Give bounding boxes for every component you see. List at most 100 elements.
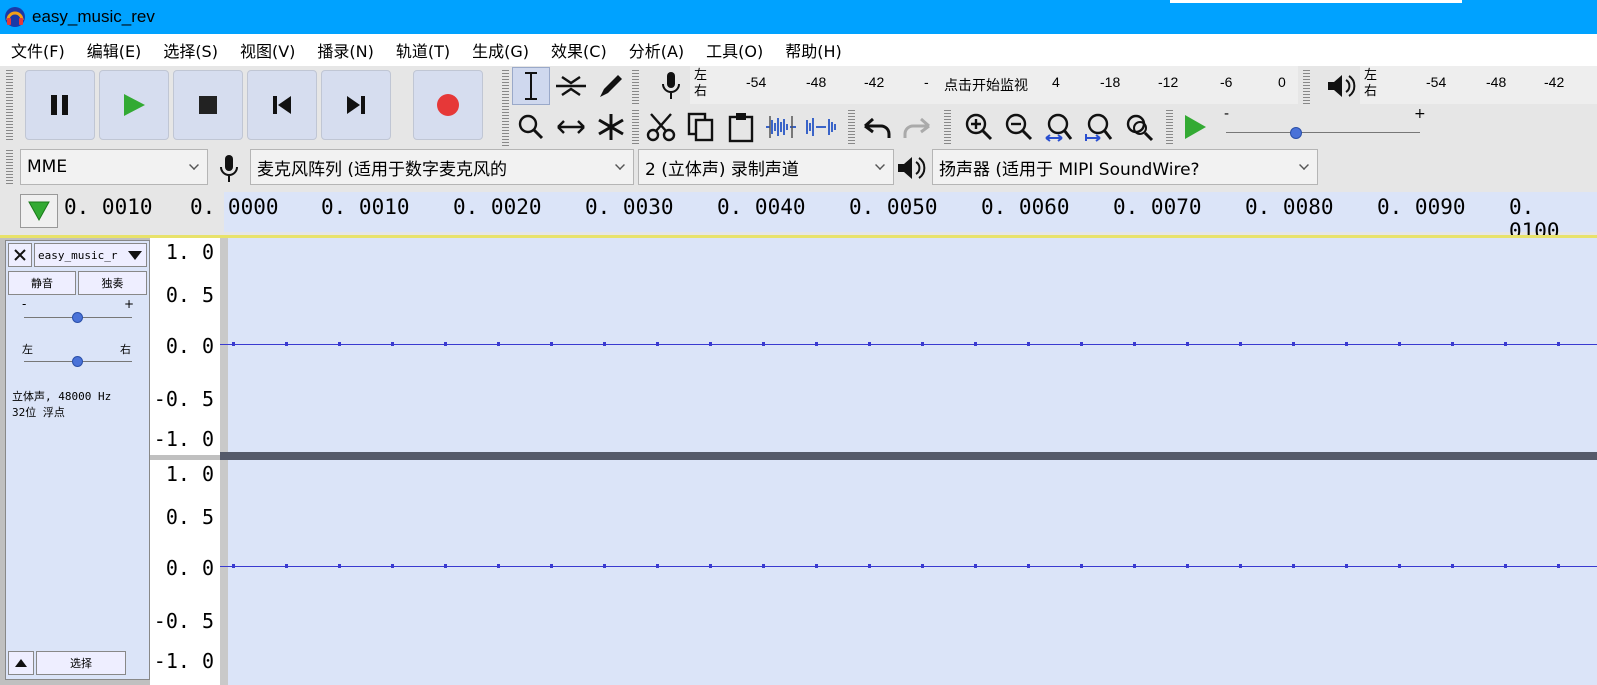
clip-handle[interactable] (220, 238, 228, 452)
play-meter-button[interactable] (1322, 67, 1360, 105)
meter-right-label: 右 (694, 84, 708, 99)
pause-button[interactable] (25, 70, 95, 140)
multi-tool[interactable] (592, 108, 630, 146)
solo-label: 独奏 (101, 277, 124, 290)
meter-tick-label: -6 (1220, 74, 1233, 90)
menu-transport[interactable]: 播录(N) (306, 38, 384, 62)
menu-tracks[interactable]: 轨道(T) (385, 38, 461, 62)
play-speed-slider[interactable]: - + (1222, 106, 1442, 144)
close-track-button[interactable] (8, 243, 32, 267)
undo-button[interactable] (858, 108, 896, 146)
y-tick-label: 0. 5 (165, 283, 214, 307)
silence-button[interactable] (802, 108, 840, 146)
ruler-label: 0. 0010 (321, 195, 410, 219)
copy-button[interactable] (682, 108, 720, 146)
title-search-strip (1170, 0, 1462, 3)
tools-toolbar-grip[interactable] (502, 70, 509, 146)
monitor-hint[interactable]: 点击开始监视 (944, 75, 1028, 95)
selection-tool[interactable] (512, 67, 550, 105)
mute-button[interactable]: 静音 (8, 271, 76, 295)
channel-separator[interactable] (220, 452, 1597, 460)
menu-file[interactable]: 文件(F) (0, 38, 76, 62)
meter-left-label: 左 (694, 68, 708, 83)
fit-selection-button[interactable] (1040, 108, 1078, 146)
play-meter-grip[interactable] (1303, 70, 1310, 104)
zoom-toggle-button[interactable] (1120, 108, 1158, 146)
solo-button[interactable]: 独奏 (78, 271, 147, 295)
undo-toolbar-grip[interactable] (848, 110, 855, 144)
zoom-toolbar-grip[interactable] (944, 110, 951, 144)
play-at-speed-grip[interactable] (1166, 110, 1173, 144)
tracks-area: easy_music_r 静音 独奏 - + 左 右 立体声, 48000 Hz… (0, 235, 1597, 685)
waveform-channel-right[interactable] (220, 460, 1597, 685)
menu-view[interactable]: 视图(V) (229, 38, 306, 62)
fit-project-button[interactable] (1080, 108, 1118, 146)
track-control-panel[interactable]: easy_music_r 静音 独奏 - + 左 右 立体声, 48000 Hz… (5, 240, 150, 680)
zoom-in-button[interactable] (960, 108, 998, 146)
clip-handle[interactable] (220, 460, 228, 685)
ruler-label: 0. 0070 (1113, 195, 1202, 219)
skip-to-start-button[interactable] (247, 70, 317, 140)
record-icon (437, 94, 459, 116)
chevron-down-icon (875, 160, 885, 170)
recording-channels-select[interactable]: 2 (立体声) 录制声道 (638, 149, 894, 185)
menu-help[interactable]: 帮助(H) (774, 38, 853, 62)
playback-device-select[interactable]: 扬声器 (适用于 MIPI SoundWire? (932, 149, 1318, 185)
device-toolbar-grip[interactable] (6, 150, 13, 186)
track-name-menu[interactable]: easy_music_r (34, 243, 147, 267)
ruler-label: 0. 0060 (981, 195, 1070, 219)
pan-slider-thumb[interactable] (72, 356, 83, 367)
cut-button[interactable] (642, 108, 680, 146)
trim-button[interactable] (762, 108, 800, 146)
play-head-button[interactable] (20, 194, 58, 228)
skip-to-end-button[interactable] (321, 70, 391, 140)
timeline-ruler[interactable]: 0. 0010 0. 0000 0. 0010 0. 0020 0. 0030 … (0, 190, 1597, 243)
waveform-channel-left[interactable] (220, 238, 1597, 452)
menu-edit[interactable]: 编辑(E) (76, 38, 153, 62)
meter-channel-labels: 左右 (694, 68, 707, 100)
ruler-label: 0. 0040 (717, 195, 806, 219)
meter-tick-label: - (924, 74, 929, 90)
record-meter-grip[interactable] (632, 70, 639, 104)
undo-icon (864, 117, 891, 138)
menu-select[interactable]: 选择(S) (152, 38, 229, 62)
envelope-tool[interactable] (552, 67, 590, 105)
collapse-track-button[interactable] (8, 651, 34, 675)
vertical-ruler-right[interactable]: 1. 0 0. 5 0. 0 -0. 5 -1. 0 (150, 460, 220, 685)
menu-tools[interactable]: 工具(O) (695, 38, 774, 62)
play-icon (124, 94, 145, 116)
pan-right-label: 右 (120, 343, 131, 356)
record-meter[interactable]: 左右 -54 -48 -42 - 点击开始监视 4 -18 -12 -6 0 (690, 66, 1298, 104)
menu-generate[interactable]: 生成(G) (461, 38, 540, 62)
menu-effect[interactable]: 效果(C) (540, 38, 618, 62)
recording-device-select[interactable]: 麦克风阵列 (适用于数字麦克风的 (250, 149, 634, 185)
edit-toolbar-grip[interactable] (632, 110, 639, 144)
zoom-tool[interactable] (512, 108, 550, 146)
paste-button[interactable] (722, 108, 760, 146)
title-bar: easy_music_rev (0, 0, 1597, 34)
speed-slider-thumb[interactable] (1289, 127, 1302, 139)
meter-channel-labels: 左右 (1364, 68, 1377, 100)
y-tick-label: 0. 5 (165, 505, 214, 529)
chevron-down-icon (615, 160, 625, 170)
chevron-down-icon (189, 160, 199, 170)
play-meter[interactable]: 左右 -54 -48 -42 (1360, 66, 1597, 104)
vertical-ruler-left[interactable]: 1. 0 0. 5 0. 0 -0. 5 -1. 0 (150, 238, 220, 455)
transport-toolbar-grip[interactable] (6, 70, 13, 142)
zoom-out-button[interactable] (1000, 108, 1038, 146)
draw-tool[interactable] (592, 67, 630, 105)
pan-slider[interactable]: 左 右 (20, 341, 138, 373)
audio-host-select[interactable]: MME (20, 149, 208, 185)
y-tick-label: 0. 0 (165, 556, 214, 580)
track-select-button[interactable]: 选择 (36, 651, 126, 675)
play-button[interactable] (99, 70, 169, 140)
gain-slider[interactable]: - + (20, 297, 138, 329)
gain-slider-thumb[interactable] (72, 312, 83, 323)
time-shift-tool[interactable] (552, 108, 590, 146)
play-at-speed-button[interactable] (1176, 108, 1214, 146)
stop-button[interactable] (173, 70, 243, 140)
menu-analyze[interactable]: 分析(A) (618, 38, 695, 62)
record-button[interactable] (413, 70, 483, 140)
record-meter-button[interactable] (652, 67, 690, 105)
redo-button[interactable] (898, 108, 936, 146)
